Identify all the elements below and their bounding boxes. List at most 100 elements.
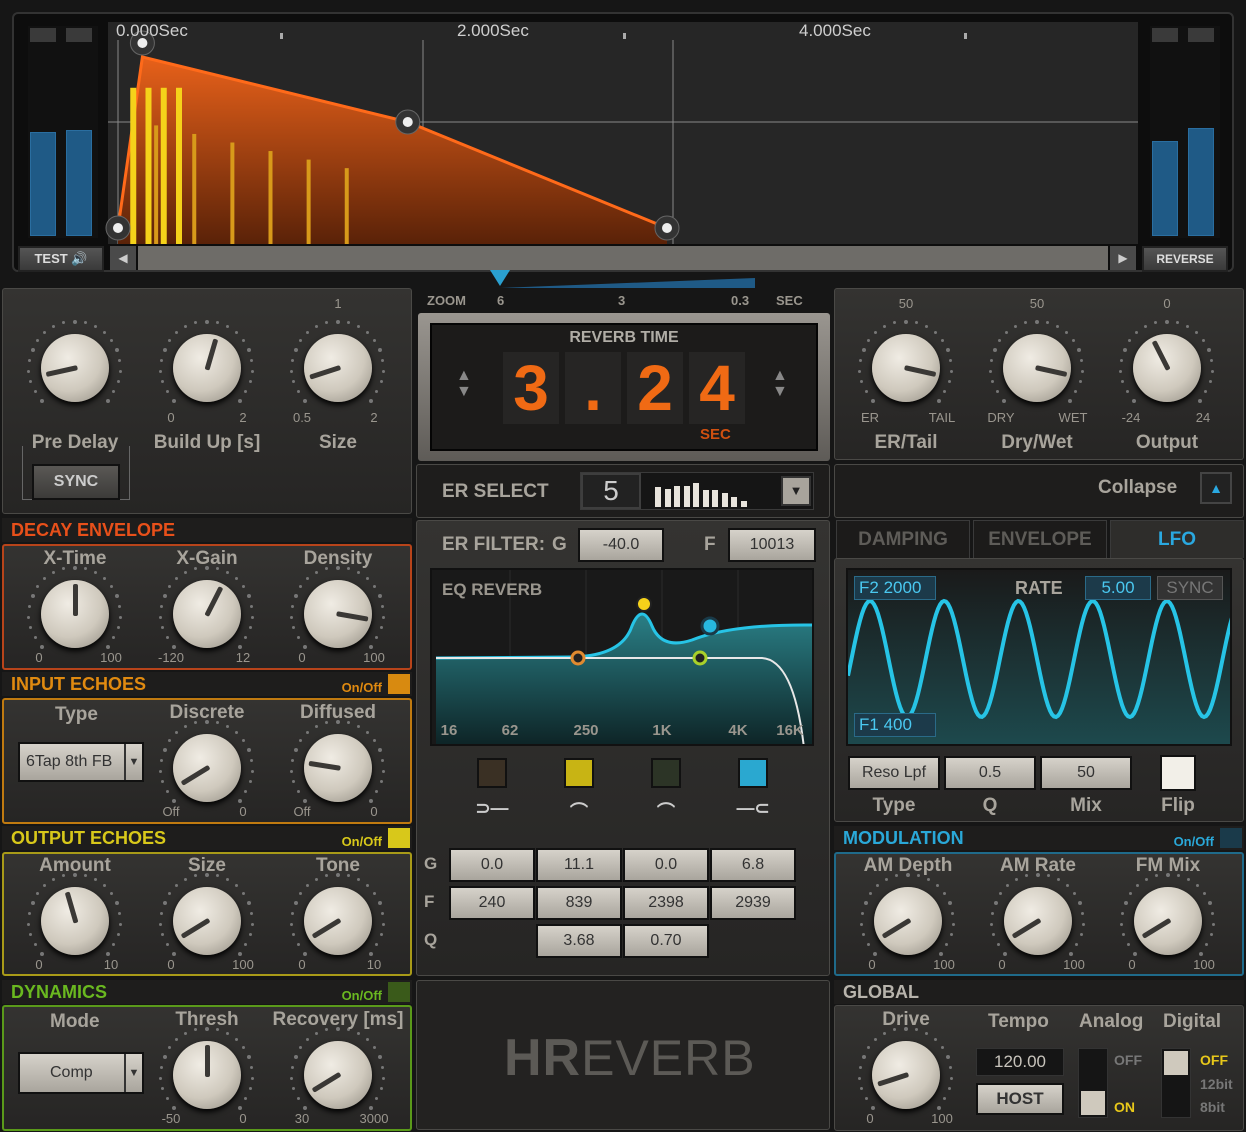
lfo-sync-button[interactable]: SYNC [1157,576,1223,600]
lfo-rate-field[interactable]: 5.00 [1085,576,1151,600]
x-gain-min-label: -120 [157,650,185,665]
recovery-ms-max-label: 3000 [359,1111,389,1126]
dynamics-toggle[interactable] [388,982,410,1002]
flip-checkbox[interactable] [1160,755,1196,791]
eq-title: EQ REVERB [442,580,543,599]
er-tap-secondary [192,133,197,244]
tone-label: Tone [316,855,360,876]
timeline-scrollbar[interactable] [138,246,1108,270]
recovery-ms-label: Recovery [ms] [272,1009,404,1030]
pre-delay-knob[interactable] [23,316,127,420]
eq-band-1-toggle[interactable] [477,758,507,788]
scroll-right-button[interactable]: ▶ [1110,246,1136,270]
reverse-button[interactable]: REVERSE [1142,246,1228,272]
lfo-rate-label: RATE [1015,578,1063,598]
density-max-label: 100 [363,650,385,665]
er-select-dropdown[interactable]: 5 ▼ [580,472,814,510]
density-min-label: 0 [298,650,306,665]
eq-band-4-toggle[interactable] [738,758,768,788]
high-shelf-icon: —⊂ [736,798,770,818]
eq-band-2-q-field[interactable]: 3.68 [536,924,622,958]
eq-band-3-q-field[interactable]: 0.70 [623,924,709,958]
low-shelf-icon: ⊃— [475,798,509,818]
size-knob[interactable] [286,316,390,420]
reverb-time-digit: 2 [627,352,683,424]
reverb-time-left-stepper[interactable]: ▲ ▼ [456,368,472,400]
er-select-dropdown-arrow[interactable]: ▼ [781,476,811,506]
amount-max-label: 10 [103,957,119,972]
diffused-min-label: Off [293,804,311,819]
modulation-title: MODULATION [843,828,964,848]
er-tail-knob[interactable] [854,316,958,420]
dynamics-mode-dropdown[interactable]: Comp ▼ [18,1052,144,1094]
host-button[interactable]: HOST [976,1083,1064,1115]
collapse-button[interactable]: ▲ [1200,472,1232,504]
eq-band-1-handle [570,650,586,666]
lfo-f2-field[interactable]: F2 2000 [854,576,936,600]
zoom-slider[interactable] [480,268,760,292]
er-filter-g-field[interactable]: -40.0 [578,528,664,562]
scroll-left-button[interactable]: ◀ [110,246,136,270]
er-filter-f-field[interactable]: 10013 [728,528,816,562]
chevron-down-icon: ▼ [124,744,142,780]
speaker-icon: 🔊 [71,251,88,266]
size-min-label: 0 [167,957,175,972]
output-max-label: 24 [1195,410,1211,425]
eq-band-3-g-field[interactable]: 0.0 [623,848,709,882]
er-filter-g-label: G [552,534,567,555]
reverb-time-title: REVERB TIME [569,329,679,346]
zoom-tick-0: 6 [497,293,505,308]
output-echoes-header: OUTPUT ECHOES On/Off [2,826,412,850]
reverb-time-right-stepper[interactable]: ▲ ▼ [772,368,788,400]
er-select-label: ER SELECT [442,481,549,502]
reverb-time-digit: . [565,352,621,424]
er-tap-primary [145,87,152,244]
digital-off-label: OFF [1200,1052,1228,1068]
digital-switch[interactable] [1161,1048,1191,1118]
x-gain-max-label: 12 [235,650,251,665]
diffused-max-label: 0 [370,804,378,819]
time-tick [623,33,626,39]
eq-band-2-toggle[interactable] [564,758,594,788]
analog-switch-thumb [1081,1091,1105,1115]
input-echoes-title: INPUT ECHOES [11,674,147,694]
size-max-label: 100 [232,957,254,972]
eq-band-1-f-field[interactable]: 240 [449,886,535,920]
tab-damping[interactable]: DAMPING [836,520,970,558]
dry-wet-knob[interactable] [985,316,1089,420]
drive-label: Drive [882,1009,930,1030]
input-echoes-toggle[interactable] [388,674,410,694]
eq-band-2-g-field[interactable]: 11.1 [536,848,622,882]
test-button[interactable]: TEST 🔊 [18,246,104,272]
drive-max-label: 100 [931,1111,953,1126]
build-up-s-knob[interactable] [155,316,259,420]
eq-band-4-g-field[interactable]: 6.8 [710,848,796,882]
am-rate-min-label: 0 [998,957,1006,972]
collapse-label: Collapse [1098,477,1178,498]
filter-type-field[interactable]: Reso Lpf [848,756,940,790]
eq-band-2-f-field[interactable]: 839 [536,886,622,920]
modulation-toggle[interactable] [1220,828,1242,848]
sync-button[interactable]: SYNC [32,464,120,500]
input-echoes-type-dropdown[interactable]: 6Tap 8th FB ▼ [18,742,144,782]
analog-switch[interactable] [1078,1048,1108,1118]
tempo-field[interactable]: 120.00 [976,1048,1064,1076]
filter-mix-field[interactable]: 50 [1040,756,1132,790]
peak-icon: ⌒ [657,802,675,822]
output-echoes-toggle[interactable] [388,828,410,848]
time-tick [964,33,967,39]
filter-q-field[interactable]: 0.5 [944,756,1036,790]
output-center-label: 0 [1163,296,1171,311]
am-depth-max-label: 100 [933,957,955,972]
eq-band-3-toggle[interactable] [651,758,681,788]
tab-lfo[interactable]: LFO [1110,520,1244,558]
lfo-f1-field[interactable]: F1 400 [854,713,936,737]
eq-band-4-f-field[interactable]: 2939 [710,886,796,920]
time-label-0: 0.000Sec [116,21,188,40]
output-min-label: -24 [1121,410,1141,425]
eq-band-3-f-field[interactable]: 2398 [623,886,709,920]
eq-band-1-g-field[interactable]: 0.0 [449,848,535,882]
tab-envelope[interactable]: ENVELOPE [973,520,1107,558]
er-tap-secondary [306,159,311,244]
output-knob[interactable] [1115,316,1219,420]
